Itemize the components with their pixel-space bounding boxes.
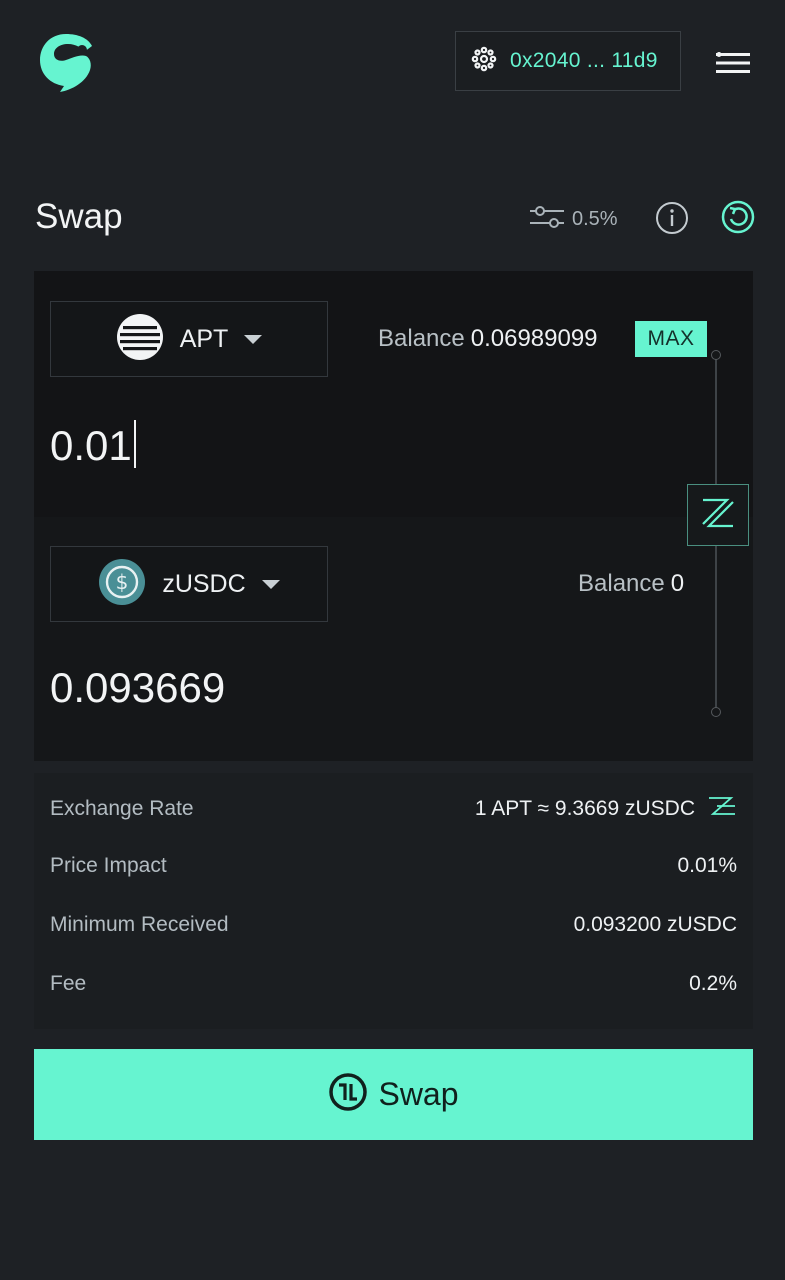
swap-button-label: Swap (378, 1076, 459, 1112)
exchange-rate-value: 1 APT ≈ 9.3669 zUSDC (474, 797, 695, 820)
swap-direction-icon (697, 494, 739, 537)
from-amount-value: 0.01 (50, 422, 132, 469)
from-amount-input[interactable]: 0.01 (50, 420, 136, 470)
swap-button[interactable]: Swap (34, 1049, 753, 1140)
rail-dot (711, 350, 721, 360)
from-balance-value: 0.06989099 (470, 325, 598, 352)
slippage-value: 0.5% (572, 208, 618, 230)
refresh-icon[interactable] (720, 199, 756, 235)
rail-dot (711, 707, 721, 717)
to-balance-label: Balance (578, 570, 665, 597)
exchange-rate-label: Exchange Rate (50, 797, 194, 820)
minimum-received-label: Minimum Received (50, 913, 229, 936)
max-button[interactable]: MAX (635, 321, 707, 357)
to-balance-value: 0 (670, 570, 685, 597)
usdc-token-icon: $ (98, 558, 146, 611)
from-token-selector[interactable]: APT (50, 301, 328, 377)
to-amount-output: 0.093669 (50, 664, 226, 711)
to-balance: Balance 0 (578, 570, 684, 598)
rate-toggle-icon[interactable] (707, 795, 737, 823)
info-icon[interactable] (655, 201, 689, 235)
price-impact-row: Price Impact 0.01% (50, 854, 737, 878)
chevron-down-icon (261, 579, 280, 589)
from-balance-label: Balance (378, 325, 465, 352)
fee-value: 0.2% (689, 972, 737, 995)
menu-icon[interactable] (716, 52, 750, 74)
text-cursor (133, 420, 136, 468)
from-token-name: APT (179, 324, 229, 353)
fee-label: Fee (50, 972, 87, 995)
slippage-settings-icon (530, 204, 564, 235)
minimum-received-row: Minimum Received 0.093200 zUSDC (50, 913, 737, 937)
price-impact-value: 0.01% (677, 854, 737, 877)
page-title: Swap (35, 197, 123, 236)
app-logo-icon[interactable] (38, 30, 94, 92)
apt-token-icon (116, 313, 164, 366)
price-impact-label: Price Impact (50, 854, 167, 877)
from-balance: Balance 0.06989099 (378, 325, 598, 353)
slippage-settings-button[interactable]: 0.5% (530, 204, 618, 235)
exchange-rate-row: Exchange Rate 1 APT ≈ 9.3669 zUSDC (50, 795, 737, 823)
chevron-down-icon (244, 334, 263, 344)
svg-text:$: $ (116, 570, 129, 594)
fee-row: Fee 0.2% (50, 972, 737, 996)
swap-direction-button[interactable] (687, 484, 749, 546)
wallet-network-icon (470, 45, 498, 78)
wallet-button[interactable]: 0x2040 ... 11d9 (455, 31, 681, 91)
to-token-selector[interactable]: $ zUSDC (50, 546, 328, 622)
minimum-received-value: 0.093200 zUSDC (573, 913, 737, 936)
to-token-name: zUSDC (162, 569, 246, 598)
wallet-address: 0x2040 ... 11d9 (510, 49, 658, 72)
swap-action-icon (328, 1072, 368, 1117)
